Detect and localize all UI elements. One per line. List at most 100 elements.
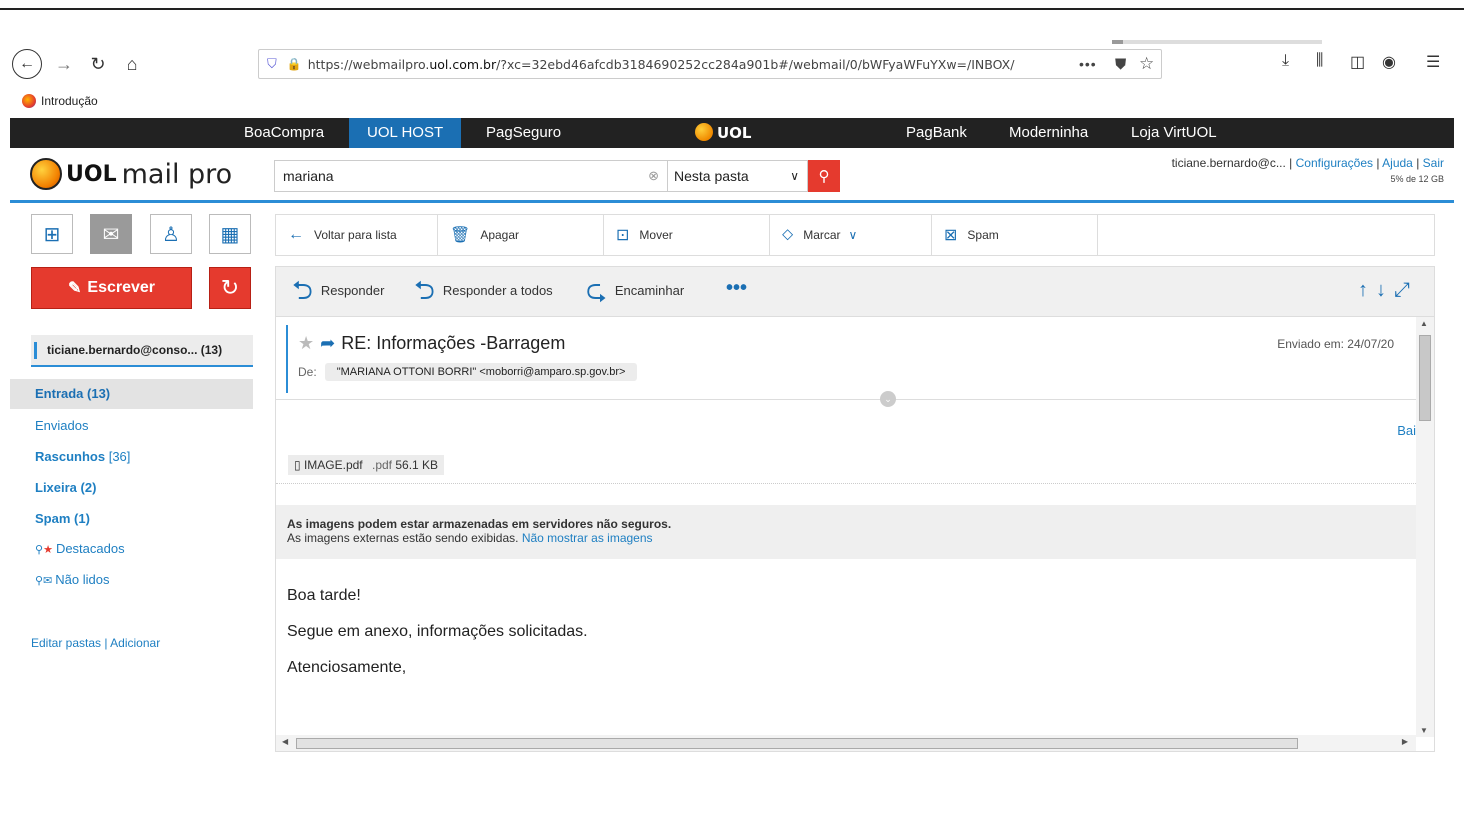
expand-icon[interactable]: ⤢	[1394, 279, 1418, 301]
download-icon[interactable]: ⤓	[1282, 52, 1289, 70]
reply-button[interactable]: ⮌ Responder	[292, 277, 384, 303]
shield-icon[interactable]: ⛉	[267, 56, 277, 72]
mark-button[interactable]: ⬦ Marcar ∨	[770, 215, 932, 255]
account-folder-label: ticiane.bernardo@conso...	[47, 343, 198, 357]
nav-uol-host[interactable]: UOL HOST	[349, 118, 462, 148]
folder-unread[interactable]: ⚲✉ Não lidos	[35, 572, 109, 587]
chevron-down-icon[interactable]: ∨	[790, 169, 799, 183]
header-divider-line	[276, 399, 1416, 400]
hide-images-link[interactable]: Não mostrar as imagens	[522, 531, 653, 545]
back-to-list-button[interactable]: ← Voltar para lista	[276, 215, 438, 255]
attachment-size: 56.1 KB	[395, 458, 439, 472]
logout-link[interactable]: Sair	[1423, 156, 1444, 170]
apps-grid-icon[interactable]: ⊞	[31, 214, 73, 254]
pocket-icon[interactable]: ⛊	[1115, 56, 1126, 73]
reply-all-button[interactable]: ⮌ Responder a todos	[414, 277, 553, 303]
folder-drafts-label: Rascunhos	[35, 449, 106, 464]
page-actions-icon[interactable]: •••	[1079, 56, 1097, 72]
delete-button[interactable]: 🗑 Apagar	[438, 215, 604, 255]
account-icon[interactable]: ◉	[1382, 52, 1396, 72]
nav-moderninha[interactable]: Moderninha	[1009, 118, 1088, 148]
forward-label: Encaminhar	[614, 282, 685, 298]
sender-pill[interactable]: "MARIANA OTTONI BORRI" <moborri@amparo.s…	[324, 363, 638, 381]
forward-button[interactable]: ⮎ Encaminhar	[586, 275, 685, 305]
folder-inbox[interactable]: Entrada (13)	[10, 379, 253, 409]
search-scope-value[interactable]: Nesta pasta	[674, 168, 749, 184]
scroll-right-icon[interactable]: ▶	[1402, 737, 1408, 746]
vertical-scrollbar[interactable]: ▲ ▼	[1416, 317, 1434, 737]
expand-details-icon[interactable]: ⌄	[880, 391, 896, 407]
scroll-thumb[interactable]	[1419, 335, 1431, 421]
library-icon[interactable]: ⫼	[1316, 52, 1323, 70]
replied-icon: ➦	[320, 333, 336, 353]
scroll-thumb[interactable]	[296, 738, 1298, 749]
folder-sent[interactable]: Enviados	[35, 418, 88, 433]
sidebar-icon[interactable]: ◫	[1350, 52, 1365, 72]
bookmark-label: Introdução	[41, 94, 98, 108]
attachment-chip[interactable]: ▯ IMAGE.pdf .pdf 56.1 KB	[288, 455, 445, 475]
spam-button[interactable]: ⊠ Spam	[932, 215, 1098, 255]
mail-icon[interactable]: ✉	[90, 214, 132, 254]
more-actions-icon[interactable]: •••	[726, 277, 747, 300]
pencil-icon: ✎	[67, 280, 82, 297]
folder-drafts[interactable]: Rascunhos [36]	[35, 449, 130, 464]
nav-pagseguro[interactable]: PagSeguro	[486, 118, 561, 148]
folder-starred[interactable]: ⚲★ Destacados	[35, 541, 125, 556]
arrow-up-icon[interactable]: ↑	[1358, 279, 1376, 301]
star-icon[interactable]: ★	[298, 333, 314, 354]
search-value[interactable]: mariana	[283, 168, 334, 184]
search-icon[interactable]: ⚲	[819, 167, 830, 185]
edit-folders-link[interactable]: Editar pastas	[31, 636, 101, 650]
account-folder-header[interactable]: ticiane.bernardo@conso... (13)	[31, 335, 253, 367]
uol-logo[interactable]: UOL	[695, 118, 752, 148]
home-icon[interactable]: ⌂	[120, 49, 144, 79]
folder-trash[interactable]: Lixeira (2)	[35, 480, 96, 495]
attachment-divider	[276, 483, 1416, 484]
search-scope-select[interactable]: Nesta pasta ∨	[668, 160, 808, 192]
arrow-down-icon[interactable]: ↓	[1376, 279, 1394, 301]
lock-icon[interactable]: 🔒	[287, 57, 302, 71]
add-folder-link[interactable]: Adicionar	[110, 636, 160, 650]
search-button[interactable]: ⚲	[808, 160, 840, 192]
scroll-left-icon[interactable]: ◀	[282, 737, 288, 746]
move-button[interactable]: ⊡ Mover	[604, 215, 770, 255]
bookmark-star-icon[interactable]: ☆	[1139, 54, 1154, 74]
nav-boacompra[interactable]: BoaCompra	[244, 118, 324, 148]
help-link[interactable]: Ajuda	[1382, 156, 1413, 170]
message-subject: ★ ➦ RE: Informações -Barragem	[298, 333, 565, 354]
compose-button[interactable]: ✎ Escrever	[31, 267, 192, 309]
contacts-icon[interactable]: ♙	[150, 214, 192, 254]
search-mail-icon: ⚲✉	[35, 575, 53, 587]
warning-title: As imagens podem estar armazenadas em se…	[287, 517, 672, 531]
reload-icon[interactable]: ↻	[86, 49, 110, 79]
forward-icon: ⮎	[586, 275, 607, 305]
nav-pagbank[interactable]: PagBank	[906, 118, 967, 148]
window-top-border	[0, 0, 1464, 10]
mark-label: Marcar	[803, 228, 841, 242]
warning-line: As imagens externas estão sendo exibidas…	[287, 531, 1407, 545]
search-input[interactable]: mariana ⊗	[274, 160, 668, 192]
clear-search-icon[interactable]: ⊗	[648, 168, 659, 184]
uol-mail-pro-logo[interactable]: UOL mail pro	[30, 158, 232, 190]
back-arrow-icon[interactable]: ←	[12, 49, 42, 79]
scroll-down-icon[interactable]: ▼	[1420, 726, 1428, 735]
settings-link[interactable]: Configurações	[1296, 156, 1373, 170]
download-link[interactable]: Bai	[1397, 423, 1416, 438]
refresh-button[interactable]: ↻	[209, 267, 251, 309]
account-email[interactable]: ticiane.bernardo@c...	[1172, 156, 1286, 170]
image-warning: As imagens podem estar armazenadas em se…	[276, 505, 1418, 559]
calendar-icon[interactable]: ▦	[209, 214, 251, 254]
nav-loja-virtuol[interactable]: Loja VirtUOL	[1131, 118, 1217, 148]
brand-product: mail pro	[121, 158, 233, 190]
folder-spam[interactable]: Spam (1)	[35, 511, 90, 526]
horizontal-scrollbar[interactable]: ◀ ▶	[276, 735, 1416, 751]
url-text[interactable]: https://webmailpro.uol.com.br/?xc=32ebd4…	[308, 57, 1058, 72]
bookmark-introducao[interactable]: Introdução	[22, 94, 98, 108]
scroll-up-icon[interactable]: ▲	[1420, 319, 1428, 328]
message-toolbar: ← Voltar para lista 🗑 Apagar ⊡ Mover ⬦ Marca…	[275, 214, 1435, 256]
address-bar[interactable]: ⛉ 🔒 https://webmailpro.uol.com.br/?xc=32…	[258, 49, 1162, 79]
chevron-down-icon: ∨	[848, 228, 858, 242]
menu-icon[interactable]: ☰	[1426, 52, 1440, 72]
forward-arrow-icon[interactable]: →	[52, 49, 76, 79]
tag-icon: ⬦	[782, 226, 794, 243]
